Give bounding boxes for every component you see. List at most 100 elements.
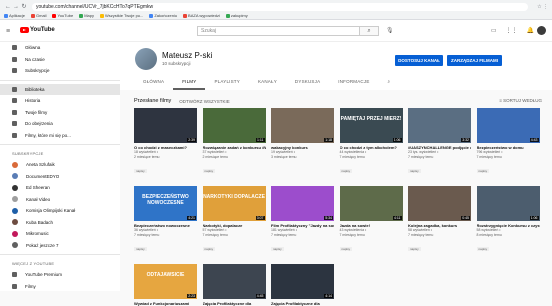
video-title[interactable]: Zajęcia Profilaktyczne dla [271,301,334,306]
sidebar-item[interactable]: Mikromusic [0,228,120,240]
sidebar-item[interactable]: Aneta Szlufaik [0,159,120,171]
sidebar-item[interactable]: Filmy [0,281,120,293]
thumbnail-text: BEZPIECZEŃSTWO NOWOCZESNE [142,194,189,206]
video-title[interactable]: Wywiad z Funkcjonariuszami [134,301,197,306]
sidebar-icon [12,272,17,278]
bookmark-item[interactable]: Zakończeniu [149,12,177,19]
channel-avatar-icon [12,219,18,226]
bookmark-item[interactable]: YouTube [52,12,73,19]
channel-search-icon[interactable]: ⌕ [379,74,400,90]
video-card[interactable]: 4:14 Zajęcia Profilaktyczne dla [271,264,334,306]
video-card[interactable]: PAMIĘTAJ PRZEJ MIERZ! 1:06 O co chodzi z t… [339,108,403,177]
bookmark-label: zakupimy [230,13,248,18]
video-thumbnail[interactable]: 0:45 [408,186,471,221]
sidebar-item[interactable]: Kuba Badach [0,217,120,229]
video-time: 7 miesięcy temu [339,154,365,159]
manage-videos-button[interactable]: ZARZĄDZAJ FILMAMI [447,55,502,66]
video-card[interactable]: 1:11Rozwiązanie zadań z konkursu #WF-Onl… [202,108,266,177]
sidebar-item[interactable]: Ed Sheeran [0,182,120,194]
thumbnail-text: NARKOTYKI DOPALACZE [203,194,265,200]
channel-avatar-icon [12,230,18,237]
youtube-logo[interactable]: YouTube [20,27,55,33]
video-card[interactable]: 4:11 Jazda na sowie! 43 wyświetlenia • 7 mi… [339,186,403,255]
video-thumbnail[interactable]: ODTAJAWSICIE 2:23 [134,264,197,299]
forward-icon[interactable]: → [12,4,20,10]
sidebar-item[interactable]: Pokaż jeszcze 7 [0,240,120,252]
menu-icon[interactable]: ≡ [6,28,10,35]
search-input[interactable]: Szukaj [197,26,367,36]
tab-4[interactable]: DYSKUSJA [286,74,329,90]
tab-1[interactable]: FILMY [173,74,206,90]
notifications-icon[interactable]: 🔔 [527,27,534,34]
channel-avatar[interactable] [135,48,157,70]
sort-button[interactable]: ≡ SORTUJ WEDŁUG [499,98,542,103]
video-title[interactable]: Zajęcia Profilaktyczne dla [203,301,266,306]
sidebar-item[interactable]: Biblioteka [0,83,120,95]
video-thumbnail[interactable]: 4:43 [476,108,540,143]
sidebar-item[interactable]: Twoje filmy [0,107,120,119]
video-card[interactable]: 2:39 O co chodzi z maseczkami? 18 wyświetl… [134,108,197,177]
video-card[interactable]: 5:34Film Profilaktyczny "Jazdy na sowie"… [271,186,334,255]
video-card[interactable]: 4:45 Zajęcia Profilaktyczne dla [202,264,266,306]
video-thumbnail[interactable]: 3:32 [408,108,471,143]
bookmark-item[interactable]: Aplikacje [4,12,25,19]
url-field[interactable]: youtube.com/channel/UCVr_7jbKCcHTo7qPTEg… [32,2,528,11]
video-thumbnail[interactable]: 4:14 [271,264,334,299]
tab-2[interactable]: PLAYLISTY [205,74,248,90]
sidebar-item[interactable]: Subskrypcje [0,65,120,77]
sidebar-item[interactable]: Filmy, które mi się po... [0,130,120,142]
sidebar-section-title: WIĘCEJ Z YOUTUBE [12,261,55,266]
video-card[interactable]: 3:32#UASZYNCHALLENGE podjęcie wyzwania p… [408,108,471,177]
avatar[interactable] [537,26,546,35]
tab-3[interactable]: KANAŁY [249,74,286,90]
sidebar-item[interactable]: Historia [0,95,120,107]
subtitles-badge: napisy [271,247,284,251]
video-card[interactable]: 4:43 Bezpieczeństwo w domu 796 wyświetleń … [476,108,540,177]
back-icon[interactable]: ← [4,4,12,10]
sidebar-item[interactable]: Do obejrzenia [0,118,120,130]
video-card[interactable]: 0:45 Kolejna zagadka, konkurs 58 wyświetle… [408,186,471,255]
video-thumbnail[interactable]: 2:39 [134,108,197,143]
video-card[interactable]: 1:06Rozstrzygnięcie Konkursu z czystości… [476,186,540,255]
subtitles-badge: napisy [134,169,147,173]
bookmark-label: Aplikacje [9,13,26,18]
video-thumbnail[interactable]: 4:45 [202,264,266,299]
sidebar-item[interactable]: Główna [0,42,120,54]
video-thumbnail[interactable]: 4:11 [339,186,403,221]
video-thumbnail[interactable]: NARKOTYKI DOPALACZE 3:07 [202,186,266,221]
video-card[interactable]: 1:18 wakacyjny konkurs 19 wyświetleń • 3 mi… [271,108,334,159]
video-duration: 3:07 [255,216,265,220]
sidebar-item[interactable]: Kanał Video [0,194,120,206]
video-time: 7 miesięcy temu [202,232,228,237]
bookmark-item[interactable]: BAZA wypowiedzi [183,12,220,19]
video-thumbnail[interactable]: 5:34 [271,186,334,221]
create-video-icon[interactable]: ▭ [491,27,497,34]
video-thumbnail[interactable]: 1:06 [476,186,540,221]
mic-icon[interactable]: 🎙 [386,27,394,34]
bookmark-item[interactable]: Mapy [79,12,94,19]
video-card[interactable]: BEZPIECZEŃSTWO NOWOCZESNE 4:21 Bezpieczeńs… [134,186,197,255]
search-button[interactable]: ⌕ [359,26,379,36]
star-icon[interactable]: ☆ ⋮ [528,4,548,10]
bookmark-item[interactable]: zakupimy [225,12,248,19]
video-thumbnail[interactable]: PAMIĘTAJ PRZEJ MIERZ! 1:06 [339,108,403,143]
apps-icon[interactable]: ⋮⋮ [506,27,518,34]
play-all-link[interactable]: ODTWÓRZ WSZYSTKIE [179,99,230,104]
video-card[interactable]: NARKOTYKI DOPALACZE 3:07 Narkotyki, dopala… [202,186,266,255]
sidebar-item[interactable]: Na czasie [0,54,120,66]
bookmark-item[interactable]: Wszystkie Twoje pu... [99,12,143,19]
reload-icon[interactable]: ↻ [20,3,28,10]
sidebar-item[interactable]: DocumentEDYO [0,171,120,183]
tab-0[interactable]: GŁÓWNA [134,74,173,90]
sidebar-item[interactable]: Komisja Olimpijski Kanał [0,205,120,217]
logo-text: YouTube [30,27,55,33]
video-thumbnail[interactable]: 1:18 [271,108,334,143]
tab-5[interactable]: INFORMACJE [329,74,378,90]
video-thumbnail[interactable]: BEZPIECZEŃSTWO NOWOCZESNE 4:21 [134,186,197,221]
video-thumbnail[interactable]: 1:11 [202,108,266,143]
video-card[interactable]: ODTAJAWSICIE 2:23 Wywiad z Funkcjonariusza… [134,264,197,306]
bookmark-item[interactable]: Gmail [31,12,46,19]
sidebar-item[interactable]: YouTube Premium [0,269,120,281]
video-time: 7 miesięcy temu [271,232,297,237]
customize-channel-button[interactable]: DOSTOSUJ KANAŁ [395,55,443,66]
